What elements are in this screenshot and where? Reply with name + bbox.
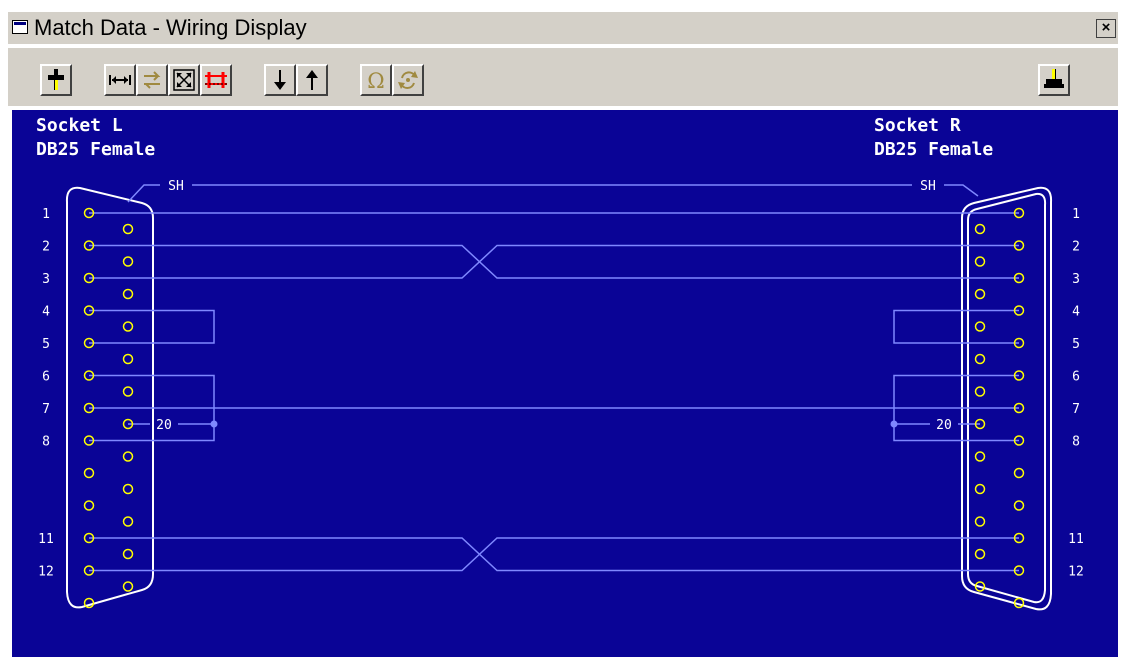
ground-label-left: 20 [156,418,172,433]
right-pin-15 [974,256,986,267]
left-pin-number-4: 4 [42,305,50,320]
title-bar[interactable]: Match Data - Wiring Display × [8,12,1118,44]
right-pin-number-1: 1 [1072,207,1080,222]
connector-alt-icon [1044,69,1064,88]
left-pin-13 [83,597,95,609]
left-pin-number-12: 12 [38,565,54,580]
left-pin-number-5: 5 [42,337,50,352]
shield-label-left: SH [168,179,184,194]
right-pin-10 [1013,500,1025,511]
ohm-icon: Ω [367,69,384,93]
left-pin-number-6: 6 [42,370,50,385]
loopback-left-4-5 [89,309,215,344]
wire-cross-12-11 [89,537,1019,572]
right-pin-16 [974,288,986,300]
right-pin-number-7: 7 [1072,402,1080,417]
fit-width-button[interactable] [104,64,136,96]
toolbar: Ω [8,48,1118,106]
arrow-up-icon [306,70,318,90]
swap-disabled-icon [144,71,161,89]
junction-dot-left [210,420,218,428]
wiring-diagram: SH SH20 201 12 23 34 45 56 67 78 811 1112 12 [38,179,1084,611]
left-pin-24 [122,548,134,560]
right-pin-number-12: 12 [1068,565,1084,580]
wire-cross-3-2 [89,244,1019,279]
left-pin-number-11: 11 [38,532,54,547]
right-pin-number-2: 2 [1072,240,1080,255]
wiring-display-window: Match Data - Wiring Display × Ω Socket L… [0,0,1121,657]
left-pin-number-2: 2 [42,240,50,255]
left-pin-23 [122,516,134,527]
right-pin-number-3: 3 [1072,272,1080,287]
svg-text:Ω: Ω [367,69,384,93]
right-pin-18 [974,353,986,365]
left-pin-number-7: 7 [42,402,50,417]
ohm-button[interactable]: Ω [360,64,392,96]
move-down-button[interactable] [264,64,296,96]
junction-dot-right [890,420,898,428]
right-pin-number-5: 5 [1072,337,1080,352]
right-connector-shell-inner [967,192,1047,604]
cross-links-icon [205,72,227,88]
loopback-right-4-5 [893,309,1019,344]
left-pin-25 [122,581,134,592]
wire-cross-11-12 [89,537,1019,572]
right-pin-19 [974,386,986,397]
right-connector-shell-outer [961,186,1053,611]
right-pin-number-4: 4 [1072,305,1080,320]
refresh-button[interactable] [392,64,424,96]
right-pin-22 [974,483,986,495]
left-pin-17 [122,321,134,332]
left-pin-9 [83,467,95,479]
refresh-disabled-icon [398,71,418,89]
connector-alt-button[interactable] [1038,64,1070,96]
left-pin-number-1: 1 [42,207,50,222]
right-pin-number-6: 6 [1072,370,1080,385]
left-pin-19 [122,386,134,397]
right-pin-17 [974,321,986,332]
right-pin-number-8: 8 [1072,435,1080,450]
expand-button[interactable] [168,64,200,96]
ground-label-right: 20 [936,418,952,433]
window-icon [12,20,28,34]
right-pin-9 [1013,467,1025,479]
left-pin-21 [122,451,134,462]
expand-icon [173,69,195,91]
left-connector-shell [65,186,154,609]
left-pin-10 [83,500,95,511]
left-pin-14 [122,223,134,235]
right-pin-21 [974,451,986,462]
swap-button[interactable] [136,64,168,96]
close-button[interactable]: × [1096,19,1116,38]
right-pin-23 [974,516,986,527]
wire-cross-2-3 [89,244,1019,279]
fit-width-icon [109,75,131,85]
move-up-button[interactable] [296,64,328,96]
window-title: Match Data - Wiring Display [34,15,307,40]
left-pin-18 [122,353,134,365]
shield-label-right: SH [920,179,936,194]
right-pin-number-11: 11 [1068,532,1084,547]
right-pin-14 [974,223,986,235]
arrow-down-icon [274,70,286,90]
connector-button[interactable] [40,64,72,96]
left-pin-number-8: 8 [42,435,50,450]
left-pin-15 [122,256,134,267]
left-pin-number-3: 3 [42,272,50,287]
left-pin-22 [122,483,134,495]
shield-wire [127,184,979,203]
right-pin-24 [974,548,986,560]
cross-links-button[interactable] [200,64,232,96]
wiring-canvas[interactable]: Socket L DB25 Female Socket R DB25 Femal… [12,110,1118,657]
connector-icon [48,69,64,90]
left-pin-16 [122,288,134,300]
